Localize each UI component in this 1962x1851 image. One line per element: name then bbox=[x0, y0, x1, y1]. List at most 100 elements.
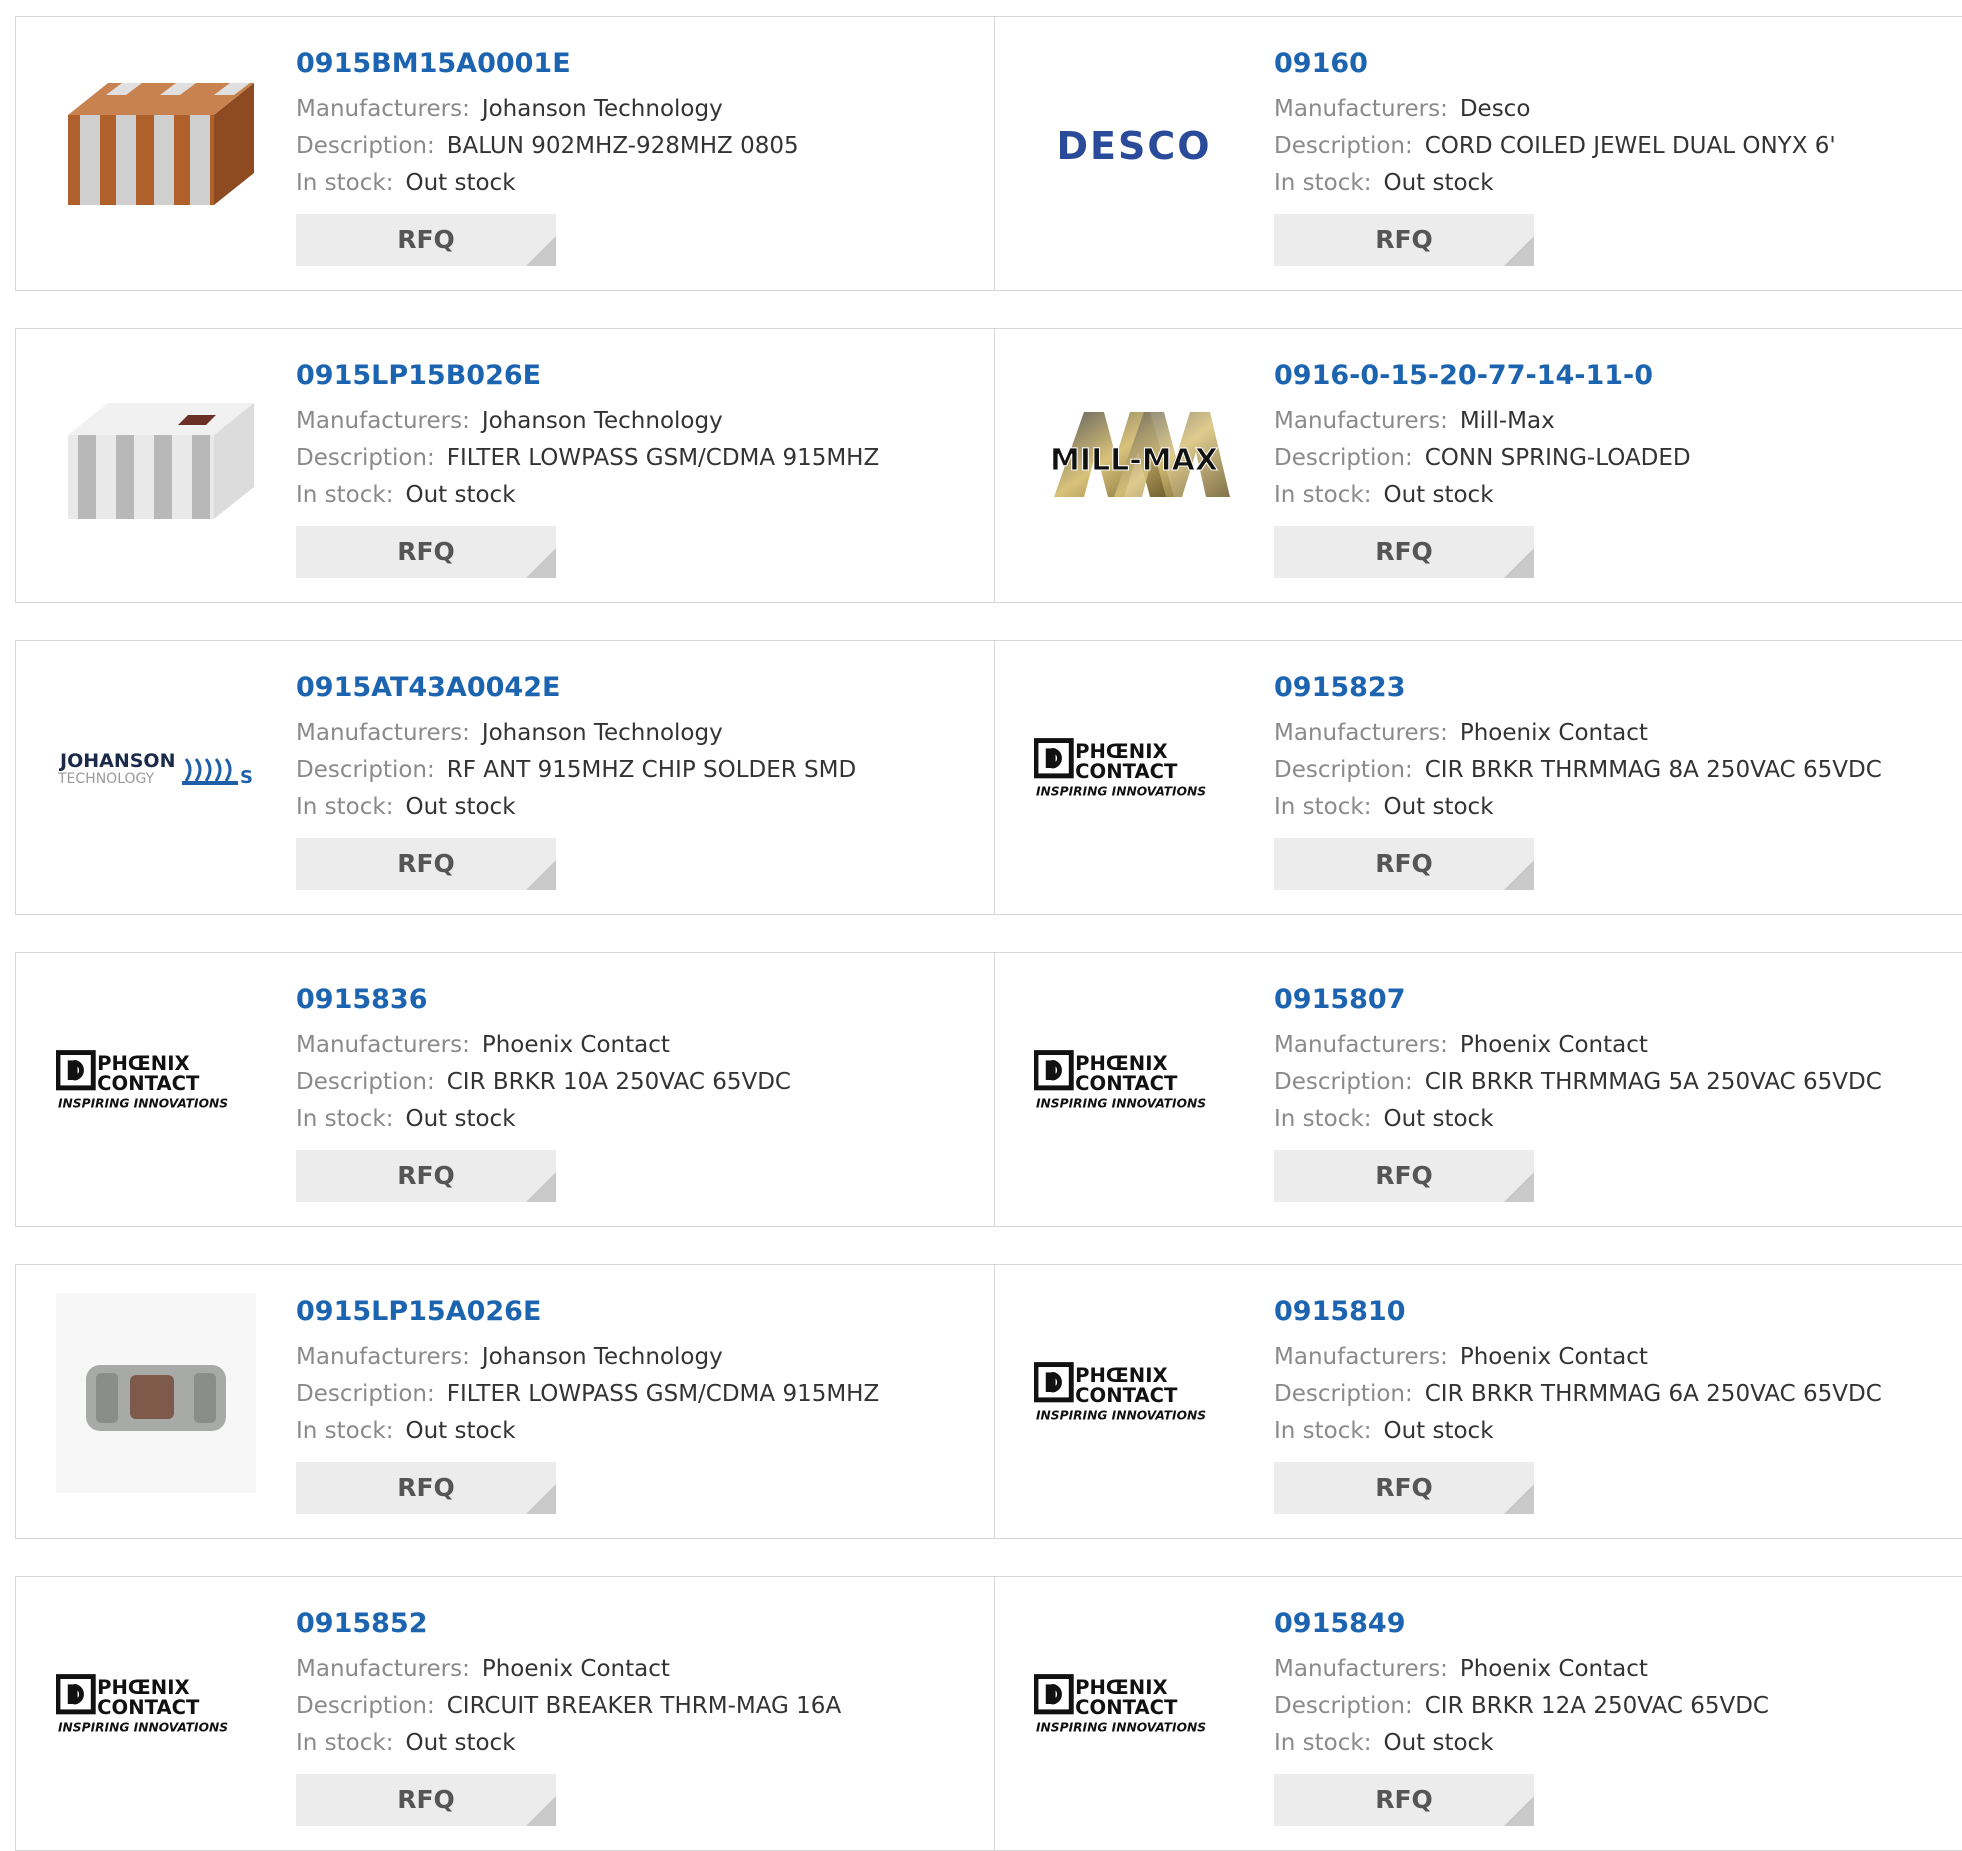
phoenix-logo-tagline: INSPIRING INNOVATIONS bbox=[58, 1720, 228, 1734]
part-number-link[interactable]: 0915823 bbox=[1274, 671, 1882, 705]
manufacturer-line: Manufacturers: Phoenix Contact bbox=[296, 1027, 791, 1064]
stock-value: Out stock bbox=[405, 794, 516, 820]
product-image[interactable]: PHŒNIX CONTACT INSPIRING INNOVATIONS bbox=[1034, 1293, 1234, 1493]
rfq-button[interactable]: RFQ bbox=[1274, 1774, 1534, 1826]
description-line: Description: CIRCUIT BREAKER THRM-MAG 16A bbox=[296, 1688, 841, 1725]
product-image[interactable]: PHŒNIX CONTACT INSPIRING INNOVATIONS bbox=[56, 981, 256, 1181]
rfq-corner-decoration bbox=[1504, 1172, 1534, 1202]
phoenix-logo-tagline: INSPIRING INNOVATIONS bbox=[1036, 1408, 1206, 1422]
rfq-label: RFQ bbox=[397, 849, 455, 878]
part-number-link[interactable]: 0915LP15B026E bbox=[296, 359, 879, 393]
product-card: PHŒNIX CONTACT INSPIRING INNOVATIONS 091581… bbox=[994, 1265, 1962, 1538]
rfq-corner-decoration bbox=[526, 1484, 556, 1514]
rfq-label: RFQ bbox=[1375, 225, 1433, 254]
phoenix-logo-tagline: INSPIRING INNOVATIONS bbox=[1036, 1096, 1206, 1110]
rfq-corner-decoration bbox=[1504, 860, 1534, 890]
part-number-link[interactable]: 0916-0-15-20-77-14-11-0 bbox=[1274, 359, 1691, 393]
rfq-button[interactable]: RFQ bbox=[296, 526, 556, 578]
description-value: CORD COILED JEWEL DUAL ONYX 6' bbox=[1424, 133, 1836, 159]
stock-line: In stock: Out stock bbox=[1274, 1413, 1882, 1450]
product-image[interactable]: PHŒNIX CONTACT INSPIRING INNOVATIONS bbox=[56, 1605, 256, 1805]
product-card: 0915BM15A0001E Manufacturers: Johanson Tec… bbox=[16, 17, 995, 290]
manufacturer-line: Manufacturers: Johanson Technology bbox=[296, 1339, 879, 1376]
part-number-link[interactable]: 0915836 bbox=[296, 983, 791, 1017]
stock-value: Out stock bbox=[1383, 794, 1494, 820]
manufacturers-label: Manufacturers: bbox=[296, 1344, 470, 1370]
part-number-link[interactable]: 0915810 bbox=[1274, 1295, 1882, 1329]
description-line: Description: CORD COILED JEWEL DUAL ONYX … bbox=[1274, 128, 1836, 165]
manufacturer-value: Phoenix Contact bbox=[481, 1656, 670, 1682]
product-card: PHŒNIX CONTACT INSPIRING INNOVATIONS 091584… bbox=[994, 1577, 1962, 1850]
manufacturers-label: Manufacturers: bbox=[1274, 720, 1448, 746]
part-number-link[interactable]: 0915LP15A026E bbox=[296, 1295, 879, 1329]
manufacturer-line: Manufacturers: Phoenix Contact bbox=[1274, 1339, 1882, 1376]
rfq-button[interactable]: RFQ bbox=[296, 1462, 556, 1514]
product-image[interactable]: MILL-MAX bbox=[1034, 357, 1234, 557]
in-stock-label: In stock: bbox=[1274, 1418, 1372, 1444]
rfq-corner-decoration bbox=[526, 236, 556, 266]
product-card: 0915LP15B026E Manufacturers: Johanson Tech… bbox=[16, 329, 995, 602]
rfq-label: RFQ bbox=[1375, 849, 1433, 878]
product-row: 0915LP15B026E Manufacturers: Johanson Tech… bbox=[15, 328, 1962, 603]
product-image[interactable] bbox=[56, 45, 256, 245]
stock-value: Out stock bbox=[1383, 1418, 1494, 1444]
stock-value: Out stock bbox=[405, 1418, 516, 1444]
description-line: Description: CONN SPRING-LOADED bbox=[1274, 440, 1691, 477]
product-image[interactable] bbox=[56, 1293, 256, 1493]
description-line: Description: BALUN 902MHZ-928MHZ 0805 bbox=[296, 128, 799, 165]
product-image[interactable]: PHŒNIX CONTACT INSPIRING INNOVATIONS bbox=[1034, 981, 1234, 1181]
part-number-link[interactable]: 0915AT43A0042E bbox=[296, 671, 856, 705]
rfq-button[interactable]: RFQ bbox=[1274, 1150, 1534, 1202]
phoenix-logo-line2: CONTACT bbox=[1075, 1696, 1178, 1719]
stock-line: In stock: Out stock bbox=[296, 477, 879, 514]
in-stock-label: In stock: bbox=[1274, 1730, 1372, 1756]
in-stock-label: In stock: bbox=[1274, 482, 1372, 508]
part-number-link[interactable]: 0915852 bbox=[296, 1607, 841, 1641]
product-card: PHŒNIX CONTACT INSPIRING INNOVATIONS 091585… bbox=[16, 1577, 995, 1850]
product-card: DESCO 09160 Manufacturers: Desco Description… bbox=[994, 17, 1962, 290]
part-number-link[interactable]: 0915849 bbox=[1274, 1607, 1769, 1641]
description-value: BALUN 902MHZ-928MHZ 0805 bbox=[446, 133, 799, 159]
product-grid: 0915BM15A0001E Manufacturers: Johanson Tec… bbox=[0, 0, 1962, 1851]
manufacturers-label: Manufacturers: bbox=[1274, 1032, 1448, 1058]
manufacturer-value: Johanson Technology bbox=[481, 720, 723, 746]
description-value: RF ANT 915MHZ CHIP SOLDER SMD bbox=[446, 757, 857, 783]
rfq-corner-decoration bbox=[1504, 1796, 1534, 1826]
rfq-button[interactable]: RFQ bbox=[296, 214, 556, 266]
rfq-button[interactable]: RFQ bbox=[1274, 1462, 1534, 1514]
product-row: PHŒNIX CONTACT INSPIRING INNOVATIONS 091583… bbox=[15, 952, 1962, 1227]
rfq-label: RFQ bbox=[397, 1161, 455, 1190]
rfq-button[interactable]: RFQ bbox=[296, 1774, 556, 1826]
manufacturers-label: Manufacturers: bbox=[296, 1032, 470, 1058]
part-number-link[interactable]: 0915807 bbox=[1274, 983, 1882, 1017]
description-value: FILTER LOWPASS GSM/CDMA 915MHZ bbox=[446, 1381, 880, 1407]
manufacturers-label: Manufacturers: bbox=[1274, 1656, 1448, 1682]
manufacturer-value: Phoenix Contact bbox=[481, 1032, 670, 1058]
stock-value: Out stock bbox=[1383, 482, 1494, 508]
rfq-corner-decoration bbox=[1504, 1484, 1534, 1514]
stock-value: Out stock bbox=[405, 170, 516, 196]
description-label: Description: bbox=[296, 1069, 435, 1095]
manufacturer-value: Johanson Technology bbox=[481, 1344, 723, 1370]
in-stock-label: In stock: bbox=[296, 794, 394, 820]
stock-line: In stock: Out stock bbox=[296, 1101, 791, 1138]
in-stock-label: In stock: bbox=[296, 482, 394, 508]
in-stock-label: In stock: bbox=[1274, 794, 1372, 820]
rfq-button[interactable]: RFQ bbox=[1274, 214, 1534, 266]
product-image[interactable]: DESCO bbox=[1034, 45, 1234, 245]
manufacturers-label: Manufacturers: bbox=[296, 720, 470, 746]
description-line: Description: CIR BRKR THRMMAG 5A 250VAC 6… bbox=[1274, 1064, 1882, 1101]
product-image[interactable]: PHŒNIX CONTACT INSPIRING INNOVATIONS bbox=[1034, 669, 1234, 869]
rfq-button[interactable]: RFQ bbox=[1274, 526, 1534, 578]
part-number-link[interactable]: 0915BM15A0001E bbox=[296, 47, 799, 81]
description-label: Description: bbox=[296, 445, 435, 471]
rfq-button[interactable]: RFQ bbox=[1274, 838, 1534, 890]
stock-line: In stock: Out stock bbox=[296, 1725, 841, 1762]
rfq-button[interactable]: RFQ bbox=[296, 838, 556, 890]
product-image[interactable]: JOHANSON TECHNOLOGY S bbox=[56, 669, 256, 869]
part-number-link[interactable]: 09160 bbox=[1274, 47, 1836, 81]
rfq-button[interactable]: RFQ bbox=[296, 1150, 556, 1202]
stock-line: In stock: Out stock bbox=[296, 165, 799, 202]
product-image[interactable]: PHŒNIX CONTACT INSPIRING INNOVATIONS bbox=[1034, 1605, 1234, 1805]
product-image[interactable] bbox=[56, 357, 256, 557]
